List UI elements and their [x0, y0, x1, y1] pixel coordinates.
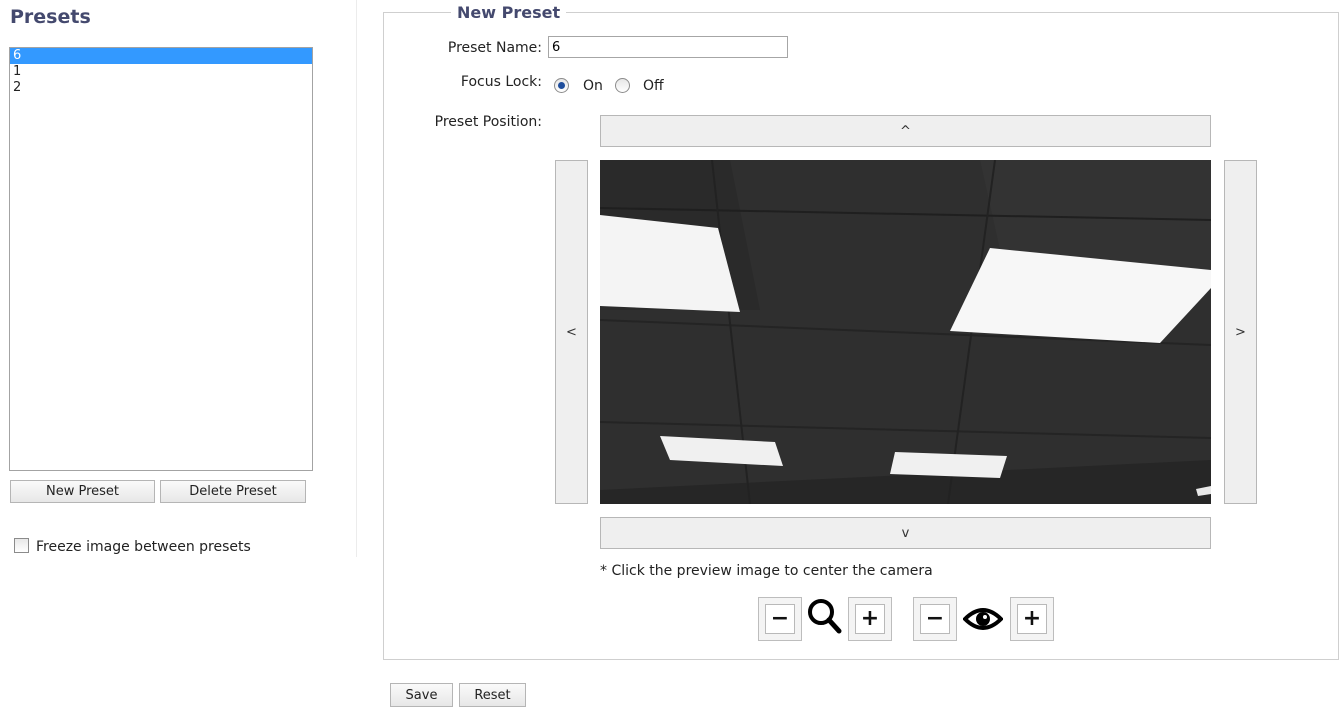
delete-preset-button[interactable]: Delete Preset [160, 480, 306, 503]
eye-icon [962, 603, 1004, 635]
freeze-image-label: Freeze image between presets [36, 539, 251, 555]
magnifier-icon [806, 597, 842, 635]
ceiling-scene [600, 160, 1211, 504]
panel-divider [356, 0, 357, 557]
save-button[interactable]: Save [390, 683, 453, 707]
new-preset-button[interactable]: New Preset [10, 480, 155, 503]
pan-left-button[interactable]: < [555, 160, 588, 504]
preset-list-item[interactable]: 1 [10, 64, 312, 80]
reset-button[interactable]: Reset [459, 683, 526, 707]
zoom-out-label: − [765, 604, 795, 634]
focus-far-button[interactable]: + [1010, 597, 1054, 641]
presets-listbox[interactable]: 6 1 2 [9, 47, 313, 471]
focus-lock-on-radio[interactable] [554, 78, 569, 93]
pan-down-button[interactable]: v [600, 517, 1211, 549]
focus-lock-off-radio[interactable] [615, 78, 630, 93]
focus-lock-label: Focus Lock: [460, 74, 542, 90]
preset-list-item[interactable]: 6 [10, 48, 312, 64]
freeze-image-checkbox[interactable] [14, 538, 29, 553]
pan-right-button[interactable]: > [1224, 160, 1257, 504]
pan-up-button[interactable]: ^ [600, 115, 1211, 147]
focus-far-label: + [1017, 604, 1047, 634]
focus-lock-off-label: Off [643, 78, 664, 94]
preview-hint: * Click the preview image to center the … [600, 563, 933, 579]
presets-heading: Presets [10, 6, 91, 28]
camera-preview-image[interactable] [600, 160, 1211, 504]
preset-name-label: Preset Name: [447, 40, 542, 56]
focus-near-label: − [920, 604, 950, 634]
zoom-in-button[interactable]: + [848, 597, 892, 641]
focus-near-button[interactable]: − [913, 597, 957, 641]
zoom-out-button[interactable]: − [758, 597, 802, 641]
preset-list-item[interactable]: 2 [10, 80, 312, 96]
preset-name-input[interactable] [548, 36, 788, 58]
preset-position-label: Preset Position: [434, 114, 542, 130]
zoom-in-label: + [855, 604, 885, 634]
focus-lock-on-label: On [583, 78, 603, 94]
new-preset-legend: New Preset [451, 3, 567, 22]
